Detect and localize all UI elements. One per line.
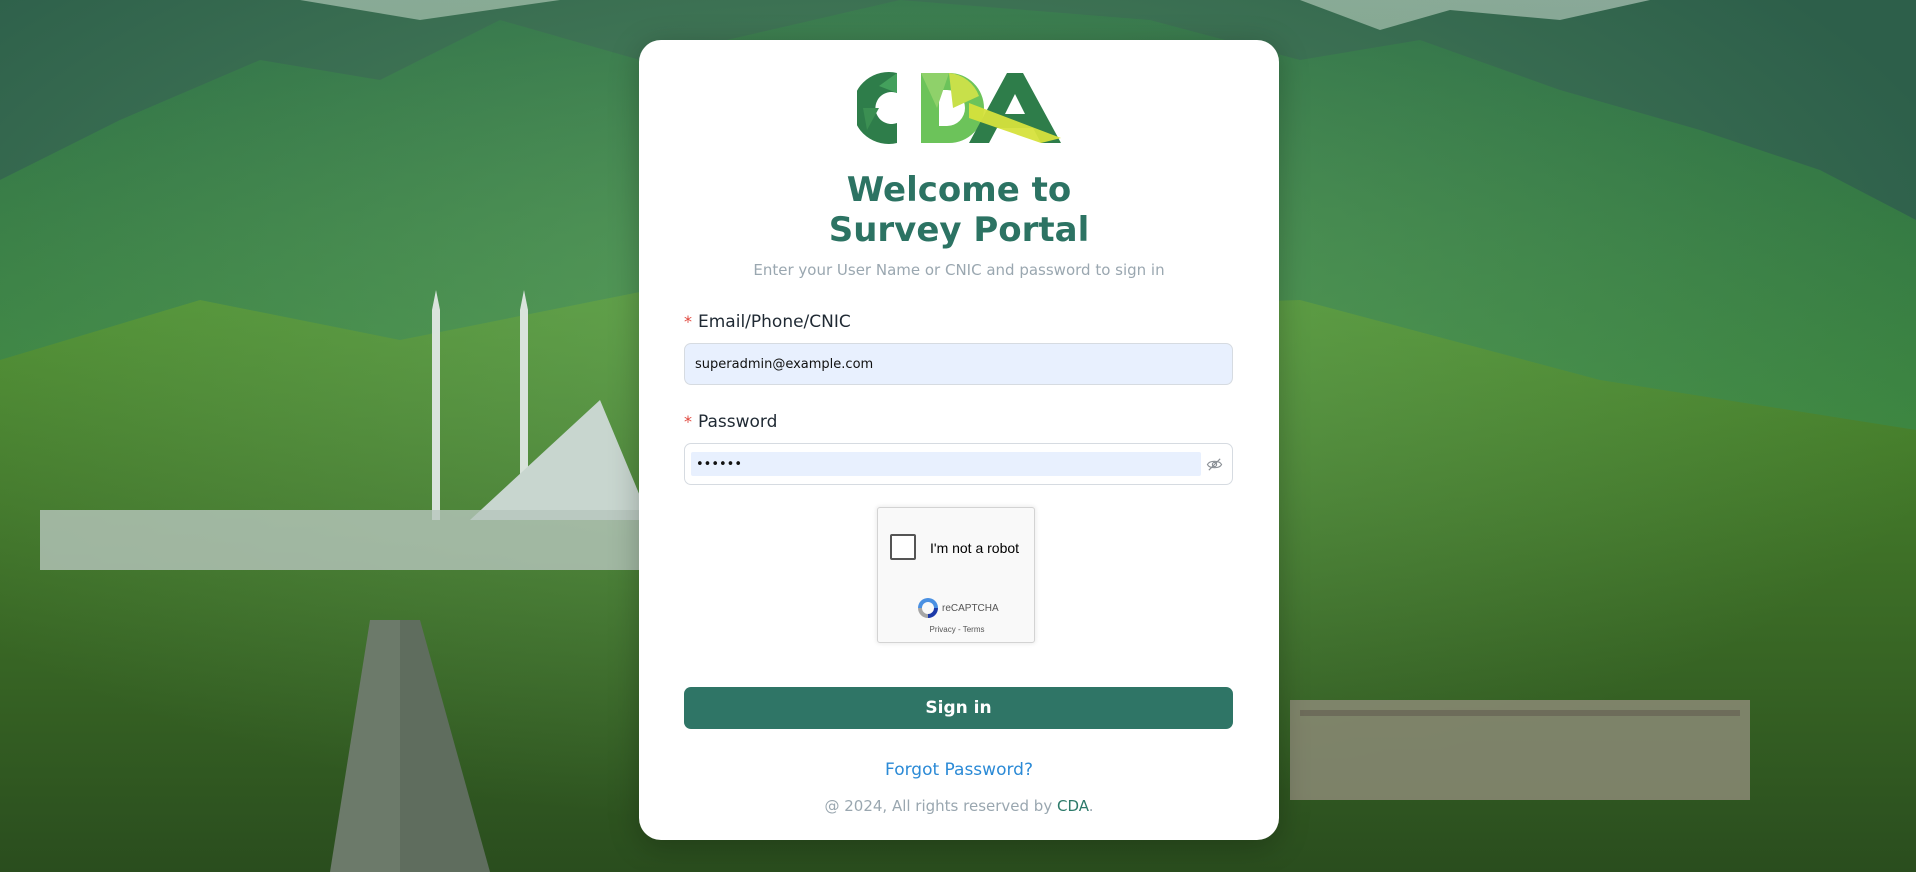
recaptcha-label: I'm not a robot — [930, 540, 1020, 556]
password-label-text: Password — [698, 412, 778, 432]
recaptcha-brand: reCAPTCHA — [942, 603, 999, 614]
footer: @ 2024, All rights reserved by CDA. — [639, 797, 1279, 815]
email-field-wrapper — [684, 343, 1233, 385]
email-field[interactable] — [685, 344, 1225, 384]
cda-logo — [857, 72, 1061, 144]
recaptcha-logo-icon — [918, 598, 938, 618]
recaptcha-checkbox[interactable] — [890, 534, 916, 560]
sign-in-button[interactable]: Sign in — [684, 687, 1233, 729]
footer-brand-link[interactable]: CDA — [1057, 797, 1089, 815]
recaptcha-widget: I'm not a robot reCAPTCHA Privacy - Term… — [877, 507, 1035, 643]
forgot-password-link[interactable]: Forgot Password? — [639, 760, 1279, 780]
login-card: Welcome to Survey Portal Enter your User… — [639, 40, 1279, 840]
title-line-2: Survey Portal — [828, 210, 1090, 250]
eye-slash-icon[interactable] — [1206, 456, 1223, 473]
footer-suffix: . — [1088, 797, 1094, 815]
password-field[interactable] — [691, 452, 1201, 476]
email-label-text: Email/Phone/CNIC — [698, 312, 851, 332]
footer-prefix: @ 2024, All rights reserved by — [824, 797, 1057, 815]
required-mark: * — [684, 412, 692, 431]
required-mark: * — [684, 312, 692, 331]
page-title: Welcome to Survey Portal — [639, 170, 1279, 250]
email-label: * Email/Phone/CNIC — [684, 312, 851, 332]
password-label: * Password — [684, 412, 777, 432]
recaptcha-links[interactable]: Privacy - Terms — [878, 625, 1036, 634]
password-autofill-highlight — [691, 452, 1201, 476]
title-line-1: Welcome to — [846, 170, 1072, 210]
password-field-wrapper — [684, 443, 1233, 485]
subtitle: Enter your User Name or CNIC and passwor… — [753, 261, 1165, 279]
